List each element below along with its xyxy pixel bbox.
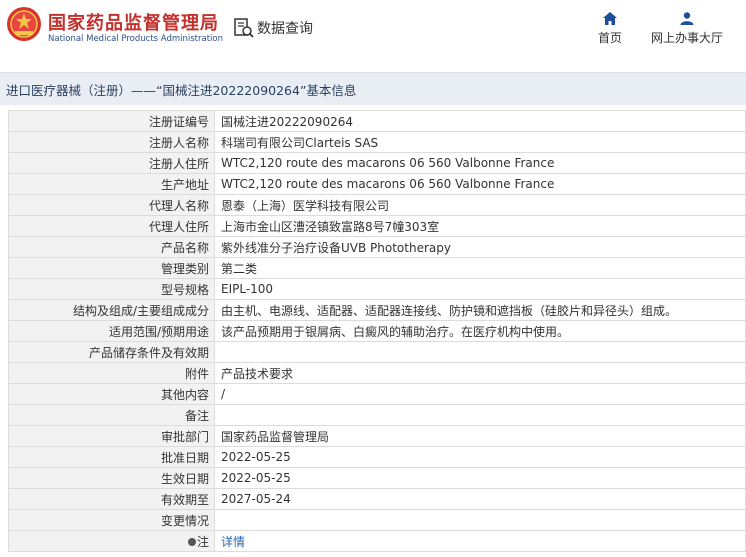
row-label: 有效期至	[8, 488, 215, 510]
nav-online-label: 网上办事大厅	[650, 31, 723, 45]
row-label: 注册人名称	[8, 131, 215, 153]
row-label: 批准日期	[8, 446, 215, 468]
row-value	[214, 509, 746, 531]
emblem-icon	[7, 7, 41, 41]
lightbulb-icon	[187, 538, 196, 546]
search-document-icon	[234, 18, 254, 38]
row-label: 其他内容	[8, 383, 215, 405]
breadcrumb: 进口医疗器械（注册）——“国械注进20222090264”基本信息	[6, 83, 357, 98]
table-row: 管理类别 第二类	[8, 257, 746, 279]
row-label: 注册证编号	[8, 110, 215, 132]
row-value: WTC2,120 route des macarons 06 560 Valbo…	[214, 173, 746, 195]
data-query-link[interactable]: 数据查询	[233, 15, 313, 41]
user-icon	[680, 12, 694, 25]
table-row: 生效日期 2022-05-25	[8, 467, 746, 489]
table-row: 注册证编号 国械注进20222090264	[8, 110, 746, 132]
row-value: 恩泰（上海）医学科技有限公司	[214, 194, 746, 216]
brand-name-cn: 国家药品监督管理局	[48, 13, 219, 34]
row-value: 上海市金山区漕泾镇致富路8号7幢303室	[214, 215, 746, 237]
row-label: 生产地址	[8, 173, 215, 195]
row-value: 详情	[214, 530, 746, 552]
row-label: 代理人住所	[8, 215, 215, 237]
row-label: 型号规格	[8, 278, 215, 300]
row-label: 管理类别	[8, 257, 215, 279]
nav-home-label: 首页	[597, 31, 622, 45]
table-row: 注册人住所 WTC2,120 route des macarons 06 560 …	[8, 152, 746, 174]
row-value	[214, 341, 746, 363]
row-label: 注	[8, 530, 215, 552]
table-row-note: 注详情	[8, 530, 746, 552]
table-row: 有效期至 2027-05-24	[8, 488, 746, 510]
table-row: 型号规格 EIPL-100	[8, 278, 746, 300]
details-link[interactable]: 详情	[221, 535, 245, 549]
table-row: 注册人名称 科瑞司有限公司Clarteis SAS	[8, 131, 746, 153]
row-value: 该产品预期用于银屑病、白癜风的辅助治疗。在医疗机构中使用。	[214, 320, 746, 342]
row-label: 备注	[8, 404, 215, 426]
row-label: 审批部门	[8, 425, 215, 447]
info-table: 注册证编号 国械注进20222090264 注册人名称 科瑞司有限公司Clarteis…	[8, 110, 746, 552]
table-row: 结构及组成/主要组成成分 由主机、电源线、适配器、适配器连接线、防护镜和遮挡板（硅…	[8, 299, 746, 321]
row-value: 产品技术要求	[214, 362, 746, 384]
table-row: 适用范围/预期用途 该产品预期用于银屑病、白癜风的辅助治疗。在医疗机构中使用。	[8, 320, 746, 342]
table-row: 批准日期 2022-05-25	[8, 446, 746, 468]
table-row: 产品储存条件及有效期	[8, 341, 746, 363]
table-row: 代理人住所 上海市金山区漕泾镇致富路8号7幢303室	[8, 215, 746, 237]
row-label: 变更情况	[8, 509, 215, 531]
table-row: 产品名称 紫外线准分子治疗设备UVB Phototherapy	[8, 236, 746, 258]
row-value: 紫外线准分子治疗设备UVB Phototherapy	[214, 236, 746, 258]
note-label: 注	[196, 534, 209, 549]
nav-online-hall[interactable]: 网上办事大厅	[645, 12, 729, 46]
row-label: 适用范围/预期用途	[8, 320, 215, 342]
row-label: 产品储存条件及有效期	[8, 341, 215, 363]
table-row: 审批部门 国家药品监督管理局	[8, 425, 746, 447]
row-value: 由主机、电源线、适配器、适配器连接线、防护镜和遮挡板（硅胶片和异径头）组成。	[214, 299, 746, 321]
row-label: 结构及组成/主要组成成分	[8, 299, 215, 321]
row-value: WTC2,120 route des macarons 06 560 Valbo…	[214, 152, 746, 174]
nav-home[interactable]: 首页	[592, 12, 628, 46]
row-value: 2022-05-25	[214, 467, 746, 489]
row-label: 注册人住所	[8, 152, 215, 174]
breadcrumb-bar: 进口医疗器械（注册）——“国械注进20222090264”基本信息	[0, 72, 746, 105]
row-value: EIPL-100	[214, 278, 746, 300]
row-value: 国家药品监督管理局	[214, 425, 746, 447]
row-value: 第二类	[214, 257, 746, 279]
row-value: 2027-05-24	[214, 488, 746, 510]
row-label: 生效日期	[8, 467, 215, 489]
row-value: 2022-05-25	[214, 446, 746, 468]
brand-name-en: National Medical Products Administration	[48, 34, 223, 44]
home-icon	[603, 12, 617, 25]
table-row: 其他内容 /	[8, 383, 746, 405]
site-header: 国家药品监督管理局 National Medical Products Admi…	[0, 0, 746, 62]
row-label: 产品名称	[8, 236, 215, 258]
row-label: 代理人名称	[8, 194, 215, 216]
row-value: 科瑞司有限公司Clarteis SAS	[214, 131, 746, 153]
table-row: 变更情况	[8, 509, 746, 531]
row-label: 附件	[8, 362, 215, 384]
row-value: /	[214, 383, 746, 405]
table-row: 附件 产品技术要求	[8, 362, 746, 384]
table-row: 备注	[8, 404, 746, 426]
table-row: 代理人名称 恩泰（上海）医学科技有限公司	[8, 194, 746, 216]
table-row: 生产地址 WTC2,120 route des macarons 06 560 V…	[8, 173, 746, 195]
data-query-label: 数据查询	[257, 21, 313, 37]
row-value: 国械注进20222090264	[214, 110, 746, 132]
row-value	[214, 404, 746, 426]
